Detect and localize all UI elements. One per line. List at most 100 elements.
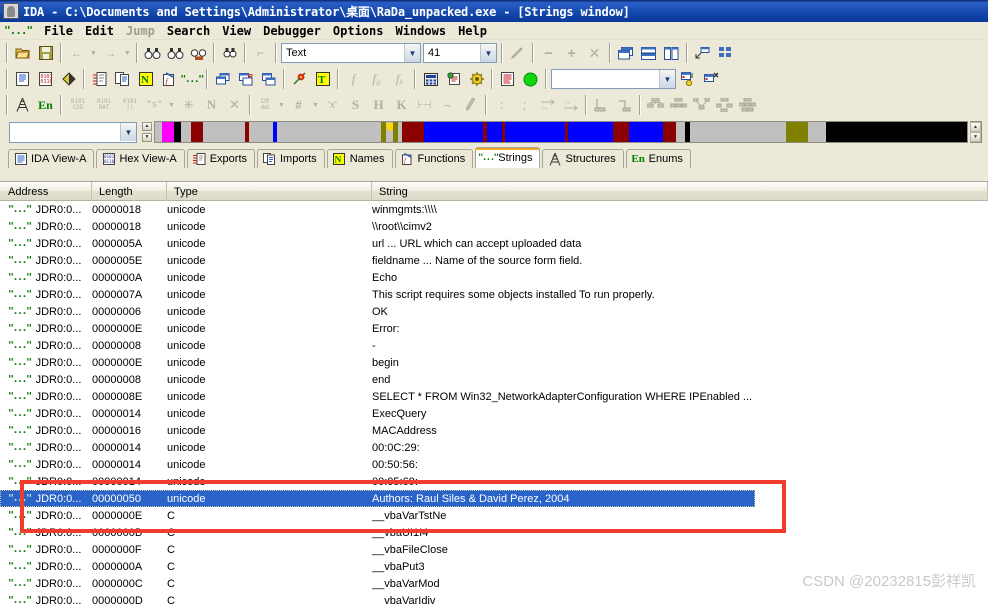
make-string-icon[interactable]: "s" — [143, 94, 166, 116]
tab-names[interactable]: N Names — [326, 149, 393, 168]
char-format-icon[interactable]: 'x' — [321, 94, 344, 116]
tab-enums[interactable]: En Enums — [625, 149, 691, 168]
table-row[interactable]: "..." JDR0:0... 0000005E unicode fieldname … — [0, 252, 988, 269]
manual-operand-icon[interactable]: ⊦⊣ — [413, 94, 436, 116]
functions-icon[interactable]: f — [157, 68, 180, 90]
call-graph-icon[interactable] — [667, 94, 690, 116]
navigator-scroll-buttons[interactable]: ▲ ▼ — [970, 121, 982, 143]
table-row[interactable]: "..." JDR0:0... 00000014 unicode 00:05:69: — [0, 473, 988, 490]
table-row[interactable]: "..." JDR0:0... 00000006 unicode OK — [0, 303, 988, 320]
signatures-flower-icon[interactable] — [288, 68, 311, 90]
struct-offset-icon[interactable]: H — [367, 94, 390, 116]
table-row[interactable]: "..." JDR0:0... 0000007A unicode This script… — [0, 286, 988, 303]
chevron-down-icon[interactable]: ▼ — [480, 44, 496, 62]
disassembly-view-icon[interactable] — [11, 68, 34, 90]
table-row[interactable]: "..." JDR0:0... 0000000A unicode Echo — [0, 269, 988, 286]
offset-dropdown-icon[interactable]: ▼ — [276, 94, 287, 116]
rename-icon[interactable]: N — [200, 94, 223, 116]
number-format-icon[interactable]: # — [287, 94, 310, 116]
search-again-icon[interactable] — [218, 42, 241, 64]
zoom-out-button[interactable]: ▼ — [142, 133, 152, 142]
segment-icon[interactable]: S — [344, 94, 367, 116]
back-arrow-icon[interactable]: ← — [65, 42, 88, 64]
plugins-gear-icon[interactable] — [465, 68, 488, 90]
table-row[interactable]: "..." JDR0:0... 00000018 unicode winmgmts:\\… — [0, 201, 988, 218]
xrefs-from-icon[interactable]: ⌐⌐ — [559, 94, 582, 116]
menu-jump[interactable]: Jump — [120, 24, 161, 38]
negate-icon[interactable]: ~ — [436, 94, 459, 116]
menu-search[interactable]: Search — [161, 24, 216, 38]
name-combo[interactable]: ▼ — [551, 69, 676, 89]
menu-windows[interactable]: Windows — [389, 24, 452, 38]
oil-derrick-icon[interactable] — [11, 94, 34, 116]
semicolon-icon[interactable]: ; — [513, 94, 536, 116]
zoom-in-button[interactable]: ▲ — [142, 122, 152, 131]
table-row[interactable]: "..." JDR0:0... 00000014 unicode ExecQuery — [0, 405, 988, 422]
make-struct-icon[interactable]: 0101 ⌈⌉ — [117, 94, 143, 116]
navigator-zoom-spinner[interactable]: ▲ ▼ — [142, 122, 152, 142]
column-header-string[interactable]: String — [372, 182, 988, 201]
open-file-icon[interactable] — [11, 42, 34, 64]
count-combo[interactable]: 41 ▼ — [423, 43, 497, 63]
function-f-icon[interactable]: f — [342, 68, 365, 90]
tab-exports[interactable]: Exports — [186, 149, 255, 168]
save-icon[interactable] — [34, 42, 57, 64]
search-binoculars-icon[interactable] — [141, 42, 164, 64]
forward-arrow-icon[interactable]: → — [99, 42, 122, 64]
selectors-icon[interactable] — [257, 68, 280, 90]
nav-scroll-up-button[interactable]: ▲ — [970, 122, 981, 132]
cascade-windows-icon[interactable] — [614, 42, 637, 64]
tab-functions[interactable]: f Functions — [394, 149, 474, 168]
add-breakpoint-icon[interactable] — [677, 68, 700, 90]
xref-graph-icon[interactable] — [690, 94, 713, 116]
table-row[interactable]: "..." JDR0:0... 00000018 unicode \\root\\cim… — [0, 218, 988, 235]
calculator-icon[interactable] — [419, 68, 442, 90]
column-header-length[interactable]: Length — [92, 182, 167, 201]
navigator-band[interactable] — [154, 121, 968, 143]
menu-debugger[interactable]: Debugger — [257, 24, 327, 38]
table-row[interactable]: "..." JDR0:0... 0000000B C __vbaUI1I4 — [0, 524, 988, 541]
pencil-edit-icon[interactable] — [506, 42, 529, 64]
jump-address-combo[interactable]: ▼ — [9, 121, 137, 143]
edit-pencil-icon[interactable] — [459, 94, 482, 116]
menu-options[interactable]: Options — [327, 24, 390, 38]
colon-icon[interactable]: : — [490, 94, 513, 116]
jump-to-entry-icon[interactable] — [590, 94, 613, 116]
registers-icon[interactable]: R — [234, 68, 257, 90]
column-header-address[interactable]: Address — [0, 182, 92, 201]
enum-member-icon[interactable]: K — [390, 94, 413, 116]
list-view-icon[interactable] — [714, 42, 737, 64]
xrefs-to-icon[interactable]: ⌐⌐ — [536, 94, 559, 116]
flowchart-icon[interactable] — [644, 94, 667, 116]
table-row[interactable]: "..." JDR0:0... 00000014 unicode 00:50:56: — [0, 456, 988, 473]
table-row[interactable]: "..." JDR0:0... 00000016 unicode MACAddress — [0, 422, 988, 439]
table-row[interactable]: "..." JDR0:0... 0000000D C __vbaVarIdiv — [0, 592, 988, 605]
make-code-icon[interactable]: 0101 COD — [65, 94, 91, 116]
plus-icon[interactable]: + — [560, 42, 583, 64]
proximity-graph-icon[interactable] — [736, 94, 759, 116]
exports-list-icon[interactable] — [88, 68, 111, 90]
names-icon[interactable]: N — [134, 68, 157, 90]
tab-imports[interactable]: Imports — [257, 149, 325, 168]
tab-hex-view-a[interactable]: 0101 0110 Hex View-A — [96, 149, 185, 168]
table-row[interactable]: "..." JDR0:0... 00000008 unicode end — [0, 371, 988, 388]
table-row[interactable]: "..." JDR0:0... 00000014 unicode 00:0C:29: — [0, 439, 988, 456]
table-row[interactable]: "..." JDR0:0... 0000005A unicode url ... UR… — [0, 235, 988, 252]
structures-diamond-icon[interactable] — [57, 68, 80, 90]
function-fx-icon[interactable]: fₓ — [388, 68, 411, 90]
arrange-icons-icon[interactable] — [691, 42, 714, 64]
menu-file[interactable]: File — [38, 24, 79, 38]
menu-edit[interactable]: Edit — [79, 24, 120, 38]
chevron-down-icon[interactable]: ▼ — [120, 123, 136, 141]
jump-down-icon[interactable]: ⌐ — [249, 42, 272, 64]
make-array-icon[interactable]: ✳ — [177, 94, 200, 116]
tile-horizontal-icon[interactable] — [637, 42, 660, 64]
number-dropdown-icon[interactable]: ▼ — [310, 94, 321, 116]
menu-help[interactable]: Help — [452, 24, 493, 38]
delete-breakpoint-icon[interactable] — [700, 68, 723, 90]
tab-ida-view-a[interactable]: IDA View-A — [8, 149, 95, 168]
menu-view[interactable]: View — [216, 24, 257, 38]
table-row[interactable]: "..." JDR0:0... 0000000E unicode begin — [0, 354, 988, 371]
table-row[interactable]: "..." JDR0:0... 00000050 unicode Authors: Ra… — [0, 490, 755, 507]
imports-list-icon[interactable] — [111, 68, 134, 90]
